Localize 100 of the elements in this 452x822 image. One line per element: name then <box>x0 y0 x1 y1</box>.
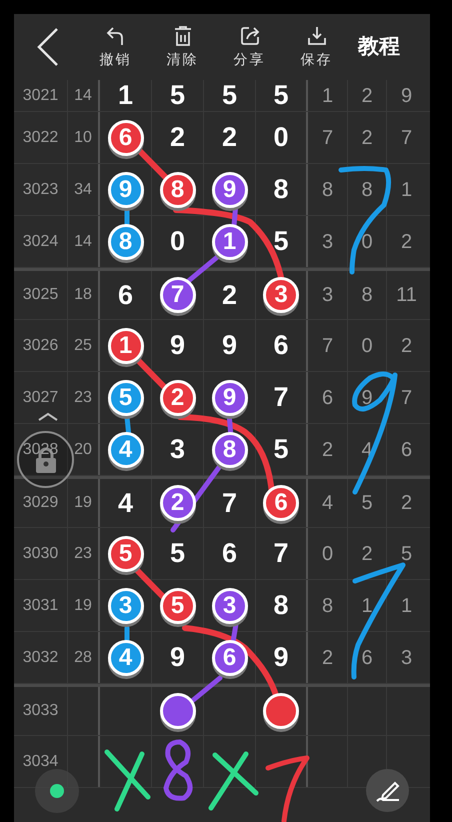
draw-number[interactable]: 7 <box>273 377 289 418</box>
marked-number[interactable]: 2 <box>160 485 196 521</box>
marked-number[interactable]: 1 <box>212 224 248 260</box>
span-value: 7 <box>400 386 412 410</box>
span-value: 3 <box>322 230 334 254</box>
period-number: 3021 <box>22 88 58 104</box>
span-value: 4 <box>322 491 334 516</box>
period-number: 3030 <box>22 546 58 562</box>
draw-number[interactable]: 9 <box>170 637 186 678</box>
span-value: 2 <box>400 230 412 254</box>
draw-number[interactable]: 5 <box>222 75 238 116</box>
toolbar-button[interactable]: 保存 <box>283 24 350 70</box>
period-number: 3023 <box>22 182 58 198</box>
span-value: 3 <box>400 646 412 670</box>
draw-number[interactable]: 5 <box>170 533 186 574</box>
toolbar-button[interactable]: 清除 <box>149 24 216 70</box>
draw-number[interactable]: 9 <box>273 637 289 678</box>
draw-number[interactable]: 2 <box>222 117 238 158</box>
draw-number[interactable]: 2 <box>222 274 238 316</box>
period-number: 3031 <box>22 598 58 614</box>
span-value: 6 <box>400 438 412 462</box>
draw-number[interactable]: 0 <box>170 221 186 262</box>
marked-number[interactable]: 8 <box>160 172 196 208</box>
draw-number[interactable]: 9 <box>170 325 186 366</box>
chevron-up-icon[interactable] <box>37 412 59 422</box>
span-value: 2 <box>361 84 373 108</box>
span-value: 7 <box>322 334 334 358</box>
draw-number[interactable]: 7 <box>273 533 289 574</box>
span-value: 11 <box>396 283 417 308</box>
period-number: 3024 <box>22 234 58 250</box>
span-value: 5 <box>361 491 373 516</box>
draw-number[interactable]: 6 <box>273 325 289 366</box>
draw-number[interactable]: 1 <box>118 75 134 116</box>
span-value: 0 <box>322 542 334 566</box>
marked-number[interactable]: 6 <box>263 485 299 521</box>
period-number: 3026 <box>22 338 58 354</box>
sum-value: 18 <box>74 285 92 305</box>
draw-number[interactable]: 5 <box>273 221 289 262</box>
tutorial-button[interactable]: 教程 <box>358 31 400 63</box>
span-value: 2 <box>400 334 412 358</box>
span-value: 8 <box>361 178 373 202</box>
draw-number[interactable]: 2 <box>170 117 186 158</box>
sum-value: 14 <box>74 232 92 252</box>
period-number: 3022 <box>22 130 58 146</box>
draw-number[interactable]: 0 <box>273 117 289 158</box>
span-value: 2 <box>361 542 373 566</box>
sum-value: 14 <box>74 86 92 106</box>
draw-number[interactable]: 7 <box>222 482 238 524</box>
span-value: 2 <box>322 646 334 670</box>
marked-number[interactable]: 5 <box>160 588 196 624</box>
marked-number[interactable]: 3 <box>212 588 248 624</box>
toolbar-button[interactable]: 撤销 <box>82 24 149 70</box>
sum-value: 19 <box>74 596 92 616</box>
draw-number[interactable]: 4 <box>118 482 134 524</box>
span-value: 1 <box>322 84 334 108</box>
span-value: 8 <box>322 178 334 202</box>
marked-number[interactable]: 8 <box>212 432 248 468</box>
span-value: 7 <box>400 126 412 150</box>
draw-number[interactable]: 9 <box>222 325 238 366</box>
handwriting-drawing <box>164 740 193 801</box>
span-value: 6 <box>322 386 334 410</box>
span-value: 0 <box>361 230 373 254</box>
back-icon <box>37 27 59 67</box>
draw-number[interactable]: 5 <box>273 429 289 470</box>
draw-number[interactable]: 5 <box>170 75 186 116</box>
span-value: 6 <box>361 646 373 670</box>
period-number: 3029 <box>22 495 58 511</box>
span-value: 9 <box>361 386 373 410</box>
period-number: 3027 <box>22 390 58 406</box>
handwriting-drawing <box>104 750 150 812</box>
download-icon <box>306 24 328 46</box>
span-value: 9 <box>400 84 412 108</box>
marked-number[interactable]: 3 <box>263 277 299 313</box>
marked-number[interactable]: 9 <box>212 380 248 416</box>
draw-number[interactable]: 8 <box>273 169 289 210</box>
handwriting-drawing <box>266 756 310 822</box>
span-value: 8 <box>322 594 334 618</box>
sum-value: 34 <box>74 180 92 200</box>
marked-number[interactable]: 2 <box>160 380 196 416</box>
draw-number[interactable]: 8 <box>273 585 289 626</box>
period-number: 3033 <box>22 703 58 719</box>
sum-value: 28 <box>74 648 92 668</box>
handwriting-drawing <box>208 752 258 810</box>
share-icon <box>238 24 260 46</box>
span-value: 8 <box>361 283 373 308</box>
marked-number[interactable]: 7 <box>160 277 196 313</box>
sum-value: 25 <box>74 336 92 356</box>
draw-number[interactable]: 6 <box>118 274 134 316</box>
span-value: 1 <box>400 594 412 618</box>
toolbar-button[interactable]: 分享 <box>216 24 283 70</box>
sum-value: 20 <box>74 440 92 460</box>
sum-value: 10 <box>74 128 92 148</box>
span-value: 1 <box>361 594 373 618</box>
marked-number[interactable]: 9 <box>212 172 248 208</box>
span-value: 7 <box>322 126 334 150</box>
span-value: 2 <box>400 491 412 516</box>
marked-number[interactable]: 6 <box>212 640 248 676</box>
draw-number[interactable]: 6 <box>222 533 238 574</box>
draw-number[interactable]: 3 <box>170 429 186 470</box>
draw-number[interactable]: 5 <box>273 75 289 116</box>
